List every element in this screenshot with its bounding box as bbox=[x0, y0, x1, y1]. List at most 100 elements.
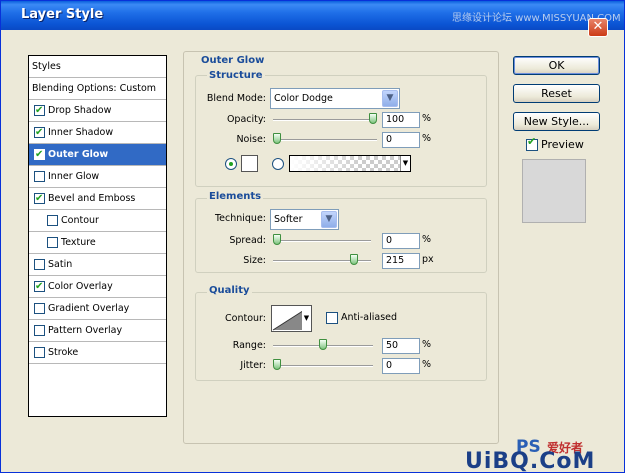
jitter-input[interactable]: 0 bbox=[382, 358, 420, 374]
style-item[interactable]: Outer Glow bbox=[29, 144, 166, 166]
technique-value: Softer bbox=[274, 214, 303, 225]
blend-mode-label: Blend Mode: bbox=[206, 93, 266, 104]
contour-label: Contour: bbox=[225, 313, 266, 324]
site-logo: PS 爱好者 UiBQ.CoM bbox=[465, 435, 625, 473]
style-item-label: Styles bbox=[32, 61, 61, 72]
style-item-checkbox[interactable] bbox=[34, 303, 45, 314]
style-item-checkbox[interactable] bbox=[34, 100, 45, 121]
window-title: Layer Style bbox=[21, 7, 104, 22]
solid-color-radio[interactable] bbox=[225, 158, 237, 170]
style-item[interactable]: Blending Options: Custom bbox=[29, 78, 166, 100]
technique-select[interactable]: Softer ▼ bbox=[270, 209, 339, 230]
slider-thumb[interactable] bbox=[350, 254, 358, 265]
style-item-checkbox[interactable] bbox=[47, 215, 58, 226]
size-input[interactable]: 215 bbox=[382, 253, 420, 269]
chevron-down-icon[interactable]: ▼ bbox=[400, 156, 410, 171]
slider-thumb[interactable] bbox=[273, 359, 281, 370]
style-item-label: Color Overlay bbox=[48, 281, 113, 292]
opacity-slider[interactable] bbox=[273, 113, 377, 124]
noise-input[interactable]: 0 bbox=[382, 132, 420, 148]
glow-color-swatch[interactable] bbox=[241, 155, 258, 172]
percent-unit: % bbox=[422, 234, 432, 245]
style-item-label: Texture bbox=[61, 237, 96, 248]
close-button[interactable]: ✕ bbox=[588, 18, 608, 37]
blend-mode-value: Color Dodge bbox=[274, 93, 333, 104]
style-item-label: Bevel and Emboss bbox=[48, 193, 136, 204]
style-item[interactable]: Gradient Overlay bbox=[29, 298, 166, 320]
reset-button[interactable]: Reset bbox=[513, 84, 600, 103]
slider-thumb[interactable] bbox=[319, 339, 327, 350]
style-item-label: Drop Shadow bbox=[48, 105, 112, 116]
style-item-checkbox[interactable] bbox=[34, 171, 45, 182]
percent-unit: % bbox=[422, 113, 432, 124]
layer-style-dialog: Layer Style 思缘设计论坛 www.MISSYUAN.COM ✕ St… bbox=[0, 0, 625, 473]
styles-list: Styles Blending Options: Custom Drop Shado… bbox=[28, 55, 167, 417]
spread-input[interactable]: 0 bbox=[382, 233, 420, 249]
style-item[interactable]: Drop Shadow bbox=[29, 100, 166, 122]
contour-dropdown[interactable]: ▼ bbox=[302, 305, 312, 332]
structure-heading: Structure bbox=[207, 70, 265, 81]
style-item-checkbox[interactable] bbox=[34, 144, 45, 165]
style-item-label: Blending Options: Custom bbox=[32, 83, 157, 94]
style-item[interactable]: Texture bbox=[29, 232, 166, 254]
technique-label: Technique: bbox=[214, 213, 266, 224]
style-item[interactable]: Pattern Overlay bbox=[29, 320, 166, 342]
style-item-label: Gradient Overlay bbox=[48, 303, 130, 314]
percent-unit: % bbox=[422, 133, 432, 144]
style-preview-swatch bbox=[522, 159, 586, 223]
gradient-radio[interactable] bbox=[272, 158, 284, 170]
slider-thumb[interactable] bbox=[273, 133, 281, 144]
style-item-checkbox[interactable] bbox=[34, 276, 45, 297]
slider-thumb[interactable] bbox=[273, 234, 281, 245]
opacity-input[interactable]: 100 bbox=[382, 112, 420, 128]
blend-mode-select[interactable]: Color Dodge ▼ bbox=[270, 88, 400, 109]
px-unit: px bbox=[422, 254, 434, 265]
range-input[interactable]: 50 bbox=[382, 338, 420, 354]
style-item-checkbox[interactable] bbox=[34, 347, 45, 358]
quality-heading: Quality bbox=[207, 285, 252, 296]
style-item-label: Inner Glow bbox=[48, 171, 100, 182]
style-item-checkbox[interactable] bbox=[34, 122, 45, 143]
style-item[interactable]: Contour bbox=[29, 210, 166, 232]
style-item-checkbox[interactable] bbox=[34, 188, 45, 209]
slider-thumb[interactable] bbox=[369, 113, 377, 124]
style-item-label: Contour bbox=[61, 215, 99, 226]
noise-label: Noise: bbox=[236, 134, 266, 145]
style-item-checkbox[interactable] bbox=[47, 237, 58, 248]
ok-button[interactable]: OK bbox=[513, 56, 600, 75]
preview-checkbox[interactable] bbox=[526, 135, 538, 151]
style-item[interactable]: Stroke bbox=[29, 342, 166, 364]
chevron-down-icon: ▼ bbox=[382, 90, 398, 107]
style-item-label: Stroke bbox=[48, 347, 79, 358]
style-item-checkbox[interactable] bbox=[34, 259, 45, 270]
anti-aliased-label: Anti-aliased bbox=[341, 312, 398, 323]
new-style-button[interactable]: New Style... bbox=[513, 112, 600, 131]
elements-heading: Elements bbox=[207, 191, 264, 202]
percent-unit: % bbox=[422, 359, 432, 370]
logo-url: UiBQ.CoM bbox=[465, 449, 596, 473]
style-item[interactable]: Color Overlay bbox=[29, 276, 166, 298]
jitter-slider[interactable] bbox=[273, 359, 373, 370]
style-item-label: Inner Shadow bbox=[48, 127, 114, 138]
style-item[interactable]: Inner Glow bbox=[29, 166, 166, 188]
gradient-picker[interactable]: ▼ bbox=[289, 155, 411, 172]
slider-track bbox=[273, 119, 377, 121]
close-icon: ✕ bbox=[592, 19, 604, 34]
size-slider[interactable] bbox=[273, 254, 371, 265]
opacity-label: Opacity: bbox=[226, 114, 266, 125]
noise-slider[interactable] bbox=[273, 133, 377, 144]
anti-aliased-checkbox[interactable] bbox=[326, 312, 338, 324]
style-item[interactable]: Styles bbox=[29, 56, 166, 78]
title-bar[interactable]: Layer Style 思缘设计论坛 www.MISSYUAN.COM bbox=[1, 1, 624, 30]
spread-slider[interactable] bbox=[273, 234, 371, 245]
style-item[interactable]: Satin bbox=[29, 254, 166, 276]
style-item[interactable]: Inner Shadow bbox=[29, 122, 166, 144]
outer-glow-heading: Outer Glow bbox=[199, 55, 267, 66]
style-item-checkbox[interactable] bbox=[34, 325, 45, 336]
style-item[interactable]: Bevel and Emboss bbox=[29, 188, 166, 210]
percent-unit: % bbox=[422, 339, 432, 350]
range-slider[interactable] bbox=[273, 339, 373, 350]
slider-track bbox=[273, 139, 377, 141]
slider-track bbox=[273, 365, 373, 367]
spread-label: Spread: bbox=[229, 235, 266, 246]
